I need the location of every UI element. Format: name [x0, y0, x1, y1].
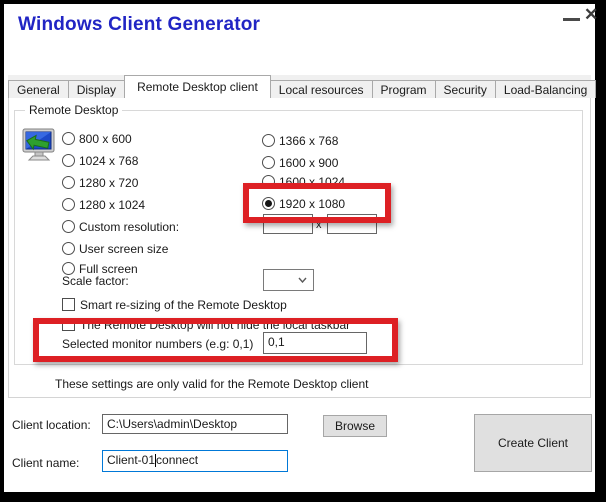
radio-1600x900-label: 1600 x 900: [279, 156, 338, 170]
checkbox-row-smart-resize[interactable]: Smart re-sizing of the Remote Desktop: [62, 298, 322, 312]
radio-800x600-label: 800 x 600: [79, 132, 132, 146]
radio-1366x768-label: 1366 x 768: [279, 134, 338, 148]
client-location-input[interactable]: C:\Users\admin\Desktop: [102, 414, 288, 434]
window-frame: Windows Client Generator ✕ General Displ…: [0, 0, 606, 502]
settings-note: These settings are only valid for the Re…: [55, 377, 369, 391]
remote-desktop-group-label: Remote Desktop: [25, 103, 122, 117]
radio-1024x768-label: 1024 x 768: [79, 154, 138, 168]
radio-1280x720: [62, 176, 75, 189]
chevron-down-icon: [298, 277, 307, 283]
radio-row-custom-resolution[interactable]: Custom resolution:: [62, 220, 232, 234]
browse-button-label: Browse: [335, 419, 375, 433]
client-name-input[interactable]: Client-01connect: [102, 450, 288, 472]
radio-1600x900: [262, 156, 275, 169]
client-name-label: Client name:: [12, 456, 79, 470]
radio-row-user-screen-size[interactable]: User screen size: [62, 242, 232, 256]
scale-factor-label: Scale factor:: [62, 274, 129, 288]
tab-load-balancing[interactable]: Load-Balancing: [495, 80, 596, 98]
radio-row-1600x900[interactable]: 1600 x 900: [262, 156, 422, 170]
radio-row-1280x720[interactable]: 1280 x 720: [62, 176, 232, 190]
radio-1280x1024-label: 1280 x 1024: [79, 198, 145, 212]
tab-remote-desktop-client[interactable]: Remote Desktop client: [124, 75, 271, 98]
tab-security[interactable]: Security: [435, 80, 496, 98]
create-client-button-label: Create Client: [498, 436, 568, 450]
close-icon[interactable]: ✕: [584, 5, 598, 25]
minimize-icon[interactable]: [563, 18, 580, 21]
radio-1024x768: [62, 154, 75, 167]
client-name-value-after-caret: connect: [156, 453, 198, 467]
radio-1280x720-label: 1280 x 720: [79, 176, 138, 190]
radio-row-800x600[interactable]: 800 x 600: [62, 132, 232, 146]
radio-1366x768: [262, 134, 275, 147]
radio-row-1280x1024[interactable]: 1280 x 1024: [62, 198, 232, 212]
radio-row-1024x768[interactable]: 1024 x 768: [62, 154, 232, 168]
radio-user-screen-size: [62, 242, 75, 255]
radio-row-1366x768[interactable]: 1366 x 768: [262, 134, 422, 148]
radio-custom-resolution-label: Custom resolution:: [79, 220, 179, 234]
radio-user-screen-size-label: User screen size: [79, 242, 168, 256]
radio-1280x1024: [62, 198, 75, 211]
tab-local-resources[interactable]: Local resources: [270, 80, 373, 98]
radio-800x600: [62, 132, 75, 145]
create-client-button[interactable]: Create Client: [474, 414, 592, 472]
client-name-value-before-caret: Client-01: [107, 453, 155, 467]
scale-factor-dropdown[interactable]: [263, 269, 314, 291]
radio-custom-resolution: [62, 220, 75, 233]
tab-display[interactable]: Display: [68, 80, 125, 98]
highlight-box-1920x1080: [243, 183, 391, 223]
tab-strip: General Display Remote Desktop client Lo…: [8, 75, 591, 98]
smart-resize-label: Smart re-sizing of the Remote Desktop: [80, 298, 287, 312]
highlight-box-monitor-numbers: [33, 318, 398, 362]
tab-program[interactable]: Program: [372, 80, 436, 98]
client-location-label: Client location:: [12, 418, 91, 432]
window-title: Windows Client Generator: [18, 14, 260, 36]
browse-button[interactable]: Browse: [323, 415, 387, 437]
tab-general[interactable]: General: [8, 80, 69, 98]
remote-desktop-monitor-icon: [20, 127, 58, 165]
smart-resize-checkbox: [62, 298, 75, 311]
